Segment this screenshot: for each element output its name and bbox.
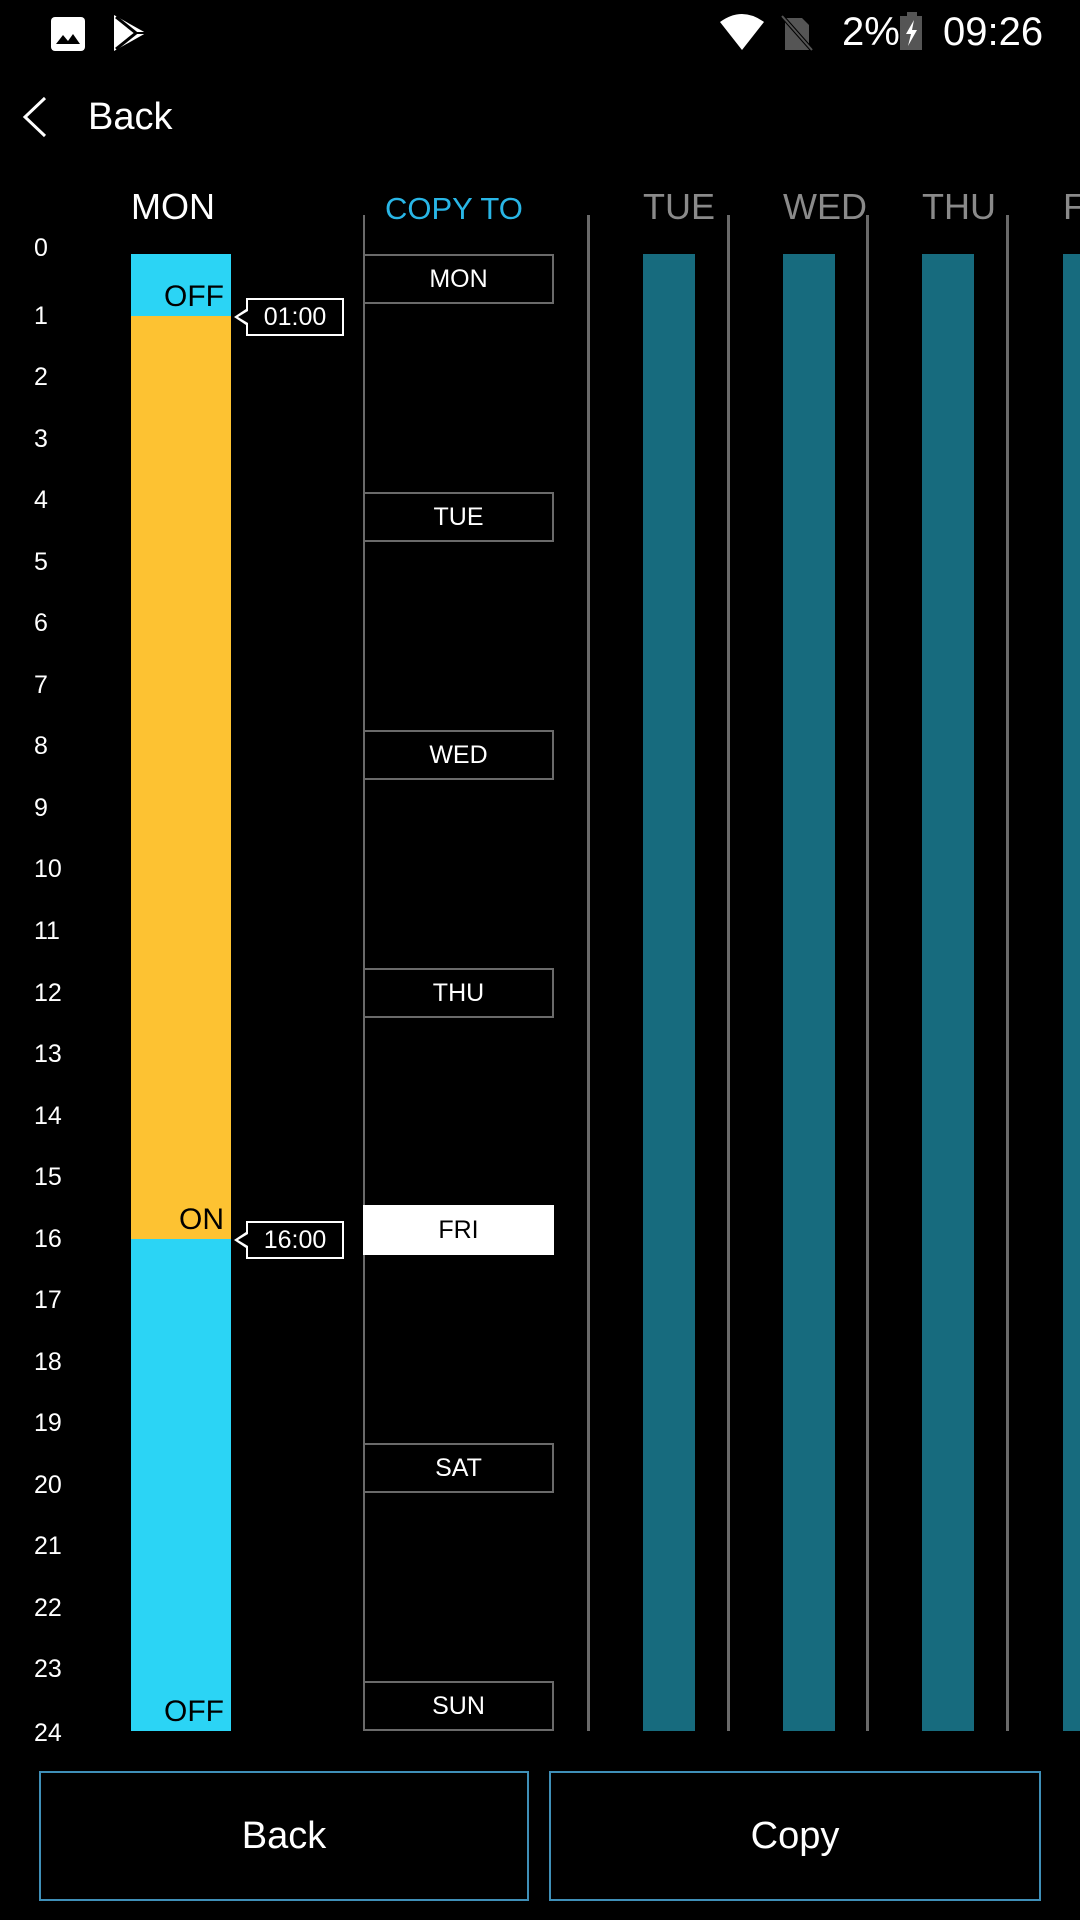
day-separator xyxy=(1006,215,1009,1731)
day-schedule-bar[interactable] xyxy=(643,254,695,1731)
top-bar: Back xyxy=(0,80,1080,154)
play-store-icon xyxy=(114,15,146,51)
hour-label: 19 xyxy=(34,1409,62,1438)
hour-label: 1 xyxy=(34,301,48,330)
status-bar: 2% 09:26 xyxy=(0,0,1080,64)
schedule-segment-on[interactable]: ON xyxy=(131,315,231,1239)
back-button[interactable]: Back xyxy=(39,1771,529,1901)
schedule-segment-off[interactable]: OFF xyxy=(131,1238,231,1731)
hour-label: 17 xyxy=(34,1286,62,1315)
gallery-icon xyxy=(51,17,85,51)
day-schedule-bar[interactable] xyxy=(922,254,974,1731)
copy-to-day-wed[interactable]: WED xyxy=(363,729,554,780)
day-schedule-bar[interactable] xyxy=(783,254,835,1731)
hour-label: 22 xyxy=(34,1593,62,1622)
hour-label: 15 xyxy=(34,1163,62,1192)
hour-label: 6 xyxy=(34,609,48,638)
hour-label: 13 xyxy=(34,1040,62,1069)
hour-label: 16 xyxy=(34,1224,62,1253)
day-separator xyxy=(587,215,590,1731)
chevron-left-icon xyxy=(22,96,47,138)
battery-charging-icon xyxy=(900,12,922,50)
segment-state-label: OFF xyxy=(164,1694,224,1728)
copy-to-day-sat[interactable]: SAT xyxy=(363,1443,554,1494)
wifi-icon xyxy=(720,14,764,50)
time-marker[interactable]: 01:00 xyxy=(234,297,344,336)
current-day-title: MON xyxy=(131,186,215,227)
hour-label: 0 xyxy=(34,234,48,262)
copy-to-day-sun[interactable]: SUN xyxy=(363,1681,554,1731)
schedule-bar[interactable]: OFF ON OFF xyxy=(131,254,231,1731)
day-title: TUE xyxy=(643,186,715,227)
segment-state-label: OFF xyxy=(164,279,224,313)
copy-to-day-thu[interactable]: THU xyxy=(363,967,554,1018)
hour-label: 5 xyxy=(34,547,48,576)
day-title: WED xyxy=(783,186,867,227)
day-title: THU xyxy=(922,186,996,227)
hour-label: 20 xyxy=(34,1470,62,1499)
day-separator xyxy=(727,215,730,1731)
hour-label: 3 xyxy=(34,424,48,453)
copy-to-title: COPY TO xyxy=(385,191,523,226)
schedule-segment-off[interactable]: OFF xyxy=(131,254,231,316)
day-title: F xyxy=(1063,186,1080,227)
hour-label: 2 xyxy=(34,363,48,392)
copy-to-day-tue[interactable]: TUE xyxy=(363,491,554,542)
back-link-label: Back xyxy=(88,95,173,138)
hour-label: 12 xyxy=(34,978,62,1007)
segment-state-label: ON xyxy=(179,1202,224,1236)
hour-label: 23 xyxy=(34,1655,62,1684)
day-separator xyxy=(866,215,869,1731)
copy-to-day-fri[interactable]: FRI xyxy=(363,1205,554,1256)
battery-percent: 2% xyxy=(842,10,900,54)
copy-to-day-mon[interactable]: MON xyxy=(363,254,554,304)
hour-label: 14 xyxy=(34,1101,62,1130)
hour-label: 7 xyxy=(34,670,48,699)
hour-label: 18 xyxy=(34,1347,62,1376)
time-marker[interactable]: 16:00 xyxy=(234,1220,344,1259)
back-link[interactable]: Back xyxy=(20,90,172,144)
copy-button[interactable]: Copy xyxy=(549,1771,1041,1901)
hour-label: 8 xyxy=(34,732,48,761)
clock: 09:26 xyxy=(943,10,1044,54)
hour-label: 24 xyxy=(34,1719,62,1747)
hour-label: 4 xyxy=(34,486,48,515)
hour-label: 11 xyxy=(34,916,60,945)
no-sim-icon xyxy=(780,14,814,52)
hour-label: 10 xyxy=(34,855,62,884)
day-schedule-bar[interactable] xyxy=(1063,254,1080,1731)
hour-label: 21 xyxy=(34,1532,62,1561)
hour-label: 9 xyxy=(34,793,48,822)
